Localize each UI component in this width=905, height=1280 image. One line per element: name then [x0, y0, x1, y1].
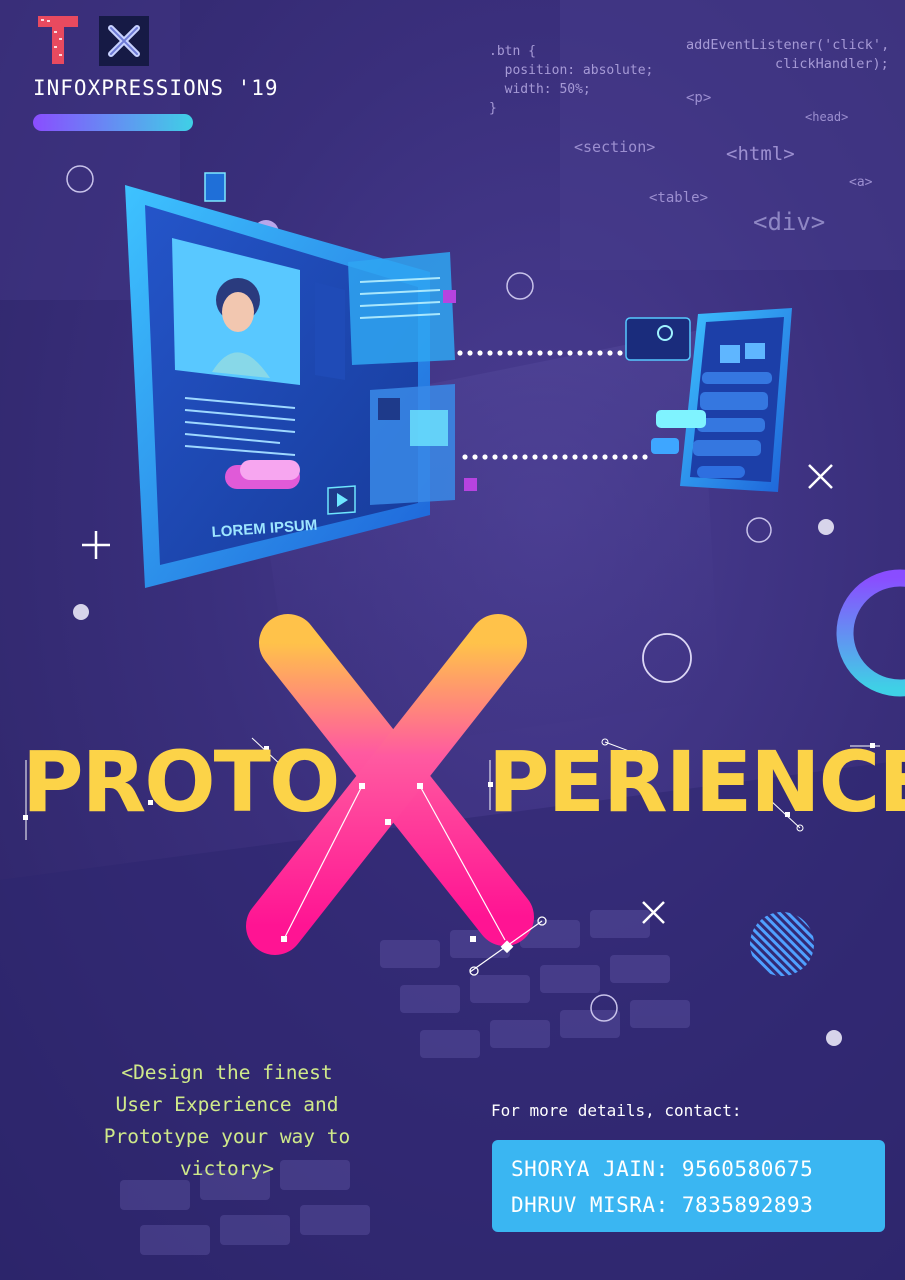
- tagline: <Design the finest User Experience and P…: [72, 1057, 382, 1185]
- contact-person-2: DHRUV MISRA: 7835892893: [511, 1193, 814, 1217]
- contact-box: SHORYA JAIN: 9560580675 DHRUV MISRA: 783…: [492, 1140, 885, 1232]
- tagline-line-1: <Design the finest: [121, 1061, 333, 1084]
- tagline-line-4: victory>: [180, 1157, 274, 1180]
- contact-label: For more details, contact:: [491, 1101, 742, 1120]
- tagline-line-3: Prototype your way to: [103, 1125, 351, 1148]
- contact-person-1: SHORYA JAIN: 9560580675: [511, 1157, 814, 1181]
- headline-left-word: PROTO: [22, 733, 340, 831]
- tagline-line-2: User Experience and: [115, 1093, 339, 1116]
- headline-right-word: PERIENCE: [488, 733, 905, 831]
- poster: INFOXPRESSIONS '19 .btn { position: abso…: [0, 0, 905, 1280]
